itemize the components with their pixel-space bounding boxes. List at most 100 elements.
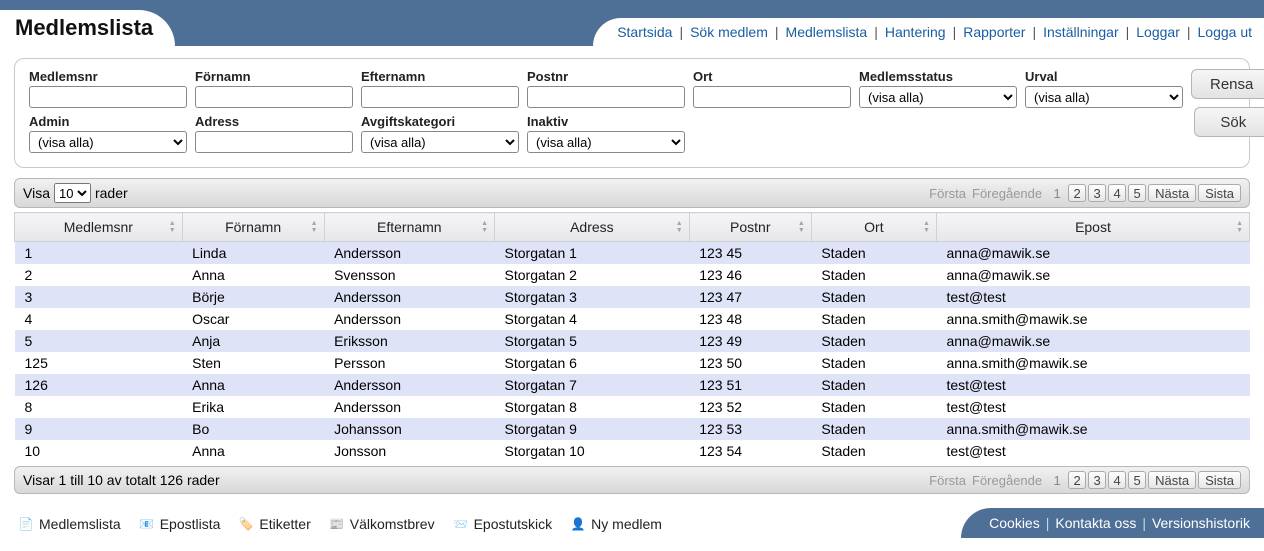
nav-link-hantering[interactable]: Hantering: [885, 24, 946, 40]
table-row[interactable]: 3BörjeAnderssonStorgatan 3123 47Stadente…: [15, 286, 1250, 308]
pager-first[interactable]: Första: [929, 473, 966, 488]
pager-page-4[interactable]: 4: [1108, 184, 1126, 202]
nav-link-medlemslista[interactable]: Medlemslista: [786, 24, 868, 40]
table-cell: 123 54: [689, 440, 811, 462]
nav-link-inställningar[interactable]: Inställningar: [1043, 24, 1119, 40]
footer-link-versionshistorik[interactable]: Versionshistorik: [1152, 515, 1250, 531]
filter-input-inaktiv[interactable]: (visa alla): [527, 131, 685, 153]
tool-ny-medlem[interactable]: 👤Ny medlem: [570, 516, 662, 532]
col-epost[interactable]: Epost▲▼: [936, 213, 1249, 242]
table-cell: Anja: [182, 330, 324, 352]
filter-adress: Adress: [195, 114, 353, 153]
table-row[interactable]: 8ErikaAnderssonStorgatan 8123 52Stadente…: [15, 396, 1250, 418]
col-ort[interactable]: Ort▲▼: [811, 213, 936, 242]
filter-input-adress[interactable]: [195, 131, 353, 153]
search-button[interactable]: Sök: [1194, 107, 1264, 137]
table-row[interactable]: 4OscarAnderssonStorgatan 4123 48Stadenan…: [15, 308, 1250, 330]
col-label: Efternamn: [377, 219, 442, 235]
filter-label: Förnamn: [195, 69, 353, 84]
nav-link-sök-medlem[interactable]: Sök medlem: [690, 24, 768, 40]
nav-separator: |: [1187, 24, 1191, 40]
filter-input-medlemsstatus[interactable]: (visa alla): [859, 86, 1017, 108]
table-row[interactable]: 126AnnaAnderssonStorgatan 7123 51Stadent…: [15, 374, 1250, 396]
table-cell: 123 47: [689, 286, 811, 308]
filter-förnamn: Förnamn: [195, 69, 353, 108]
table-cell: 123 51: [689, 374, 811, 396]
nav-link-startsida[interactable]: Startsida: [617, 24, 672, 40]
table-row[interactable]: 125StenPerssonStorgatan 6123 50Stadenann…: [15, 352, 1250, 374]
table-cell: Linda: [182, 242, 324, 265]
pager-page-5[interactable]: 5: [1128, 184, 1146, 202]
tool-label: Välkomstbrev: [350, 516, 435, 532]
clear-button[interactable]: Rensa: [1191, 69, 1264, 99]
filter-input-medlemsnr[interactable]: [29, 86, 187, 108]
pager-next[interactable]: Nästa: [1148, 184, 1196, 202]
col-efternamn[interactable]: Efternamn▲▼: [324, 213, 494, 242]
table-cell: Staden: [811, 242, 936, 265]
filter-input-admin[interactable]: (visa alla): [29, 131, 187, 153]
sort-icon: ▲▼: [923, 220, 930, 234]
tool-medlemslista[interactable]: 📄Medlemslista: [18, 516, 121, 532]
tool-välkomstbrev[interactable]: 📰Välkomstbrev: [329, 516, 435, 532]
footer-link-kontakta-oss[interactable]: Kontakta oss: [1055, 515, 1136, 531]
filter-input-postnr[interactable]: [527, 86, 685, 108]
table-row[interactable]: 5AnjaErikssonStorgatan 5123 49Stadenanna…: [15, 330, 1250, 352]
col-label: Medlemsnr: [64, 219, 133, 235]
pager-last[interactable]: Sista: [1198, 471, 1241, 489]
table-row[interactable]: 2AnnaSvenssonStorgatan 2123 46Stadenanna…: [15, 264, 1250, 286]
footer-link-cookies[interactable]: Cookies: [989, 515, 1040, 531]
nav-separator: |: [874, 24, 878, 40]
table-cell: Storgatan 5: [495, 330, 690, 352]
nav-separator: |: [679, 24, 683, 40]
tool-epostlista[interactable]: 📧Epostlista: [139, 516, 221, 532]
tool-etiketter[interactable]: 🏷️Etiketter: [238, 516, 310, 532]
filter-label: Ort: [693, 69, 851, 84]
filter-urval: Urval(visa alla): [1025, 69, 1183, 108]
nav-link-logga-ut[interactable]: Logga ut: [1198, 24, 1253, 40]
filter-input-ort[interactable]: [693, 86, 851, 108]
filter-label: Medlemsstatus: [859, 69, 1017, 84]
pager-page-3[interactable]: 3: [1088, 184, 1106, 202]
filter-input-förnamn[interactable]: [195, 86, 353, 108]
table-cell: 123 53: [689, 418, 811, 440]
col-medlemsnr[interactable]: Medlemsnr▲▼: [15, 213, 183, 242]
pager-prev[interactable]: Föregående: [972, 186, 1042, 201]
filter-input-avgiftskategori[interactable]: (visa alla): [361, 131, 519, 153]
members-table: Medlemsnr▲▼Förnamn▲▼Efternamn▲▼Adress▲▼P…: [14, 212, 1250, 462]
pager-next[interactable]: Nästa: [1148, 471, 1196, 489]
table-row[interactable]: 9BoJohanssonStorgatan 9123 53Stadenanna.…: [15, 418, 1250, 440]
pager-last[interactable]: Sista: [1198, 184, 1241, 202]
table-cell: 126: [15, 374, 183, 396]
pager-first[interactable]: Första: [929, 186, 966, 201]
table-cell: Persson: [324, 352, 494, 374]
page-length-select[interactable]: 10: [54, 183, 91, 203]
col-adress[interactable]: Adress▲▼: [495, 213, 690, 242]
table-cell: Andersson: [324, 374, 494, 396]
filter-input-urval[interactable]: (visa alla): [1025, 86, 1183, 108]
table-cell: 123 48: [689, 308, 811, 330]
table-cell: Staden: [811, 440, 936, 462]
table-bottom-bar: Visar 1 till 10 av totalt 126 rader Förs…: [14, 466, 1250, 494]
table-row[interactable]: 1LindaAnderssonStorgatan 1123 45Stadenan…: [15, 242, 1250, 265]
table-cell: Staden: [811, 374, 936, 396]
col-förnamn[interactable]: Förnamn▲▼: [182, 213, 324, 242]
pager-page-2[interactable]: 2: [1068, 184, 1086, 202]
nav-link-loggar[interactable]: Loggar: [1136, 24, 1180, 40]
filter-input-efternamn[interactable]: [361, 86, 519, 108]
length-prefix: Visa: [23, 185, 50, 201]
pager-prev[interactable]: Föregående: [972, 473, 1042, 488]
new-member-icon: 👤: [570, 516, 586, 532]
table-cell: 4: [15, 308, 183, 330]
tool-label: Epostutskick: [474, 516, 553, 532]
col-postnr[interactable]: Postnr▲▼: [689, 213, 811, 242]
pager-page-3[interactable]: 3: [1088, 471, 1106, 489]
table-cell: Johansson: [324, 418, 494, 440]
table-cell: anna@mawik.se: [936, 264, 1249, 286]
table-cell: Oscar: [182, 308, 324, 330]
pager-page-5[interactable]: 5: [1128, 471, 1146, 489]
pager-page-4[interactable]: 4: [1108, 471, 1126, 489]
nav-link-rapporter[interactable]: Rapporter: [963, 24, 1025, 40]
pager-page-2[interactable]: 2: [1068, 471, 1086, 489]
tool-epostutskick[interactable]: 📨Epostutskick: [453, 516, 553, 532]
table-row[interactable]: 10AnnaJonssonStorgatan 10123 54Stadentes…: [15, 440, 1250, 462]
